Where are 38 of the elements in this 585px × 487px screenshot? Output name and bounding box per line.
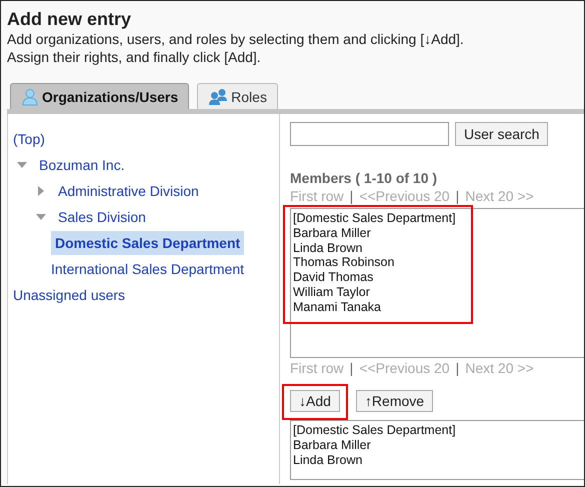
page-title: Add new entry [7,8,132,30]
user-search-button[interactable]: User search [455,122,548,146]
list-option[interactable]: [Domestic Sales Department] [293,211,584,226]
list-option[interactable]: Barbara Miller [293,226,584,241]
list-option[interactable]: Linda Brown [293,452,584,468]
collapsed-triangle-icon[interactable] [36,186,46,196]
list-option[interactable]: Manami Tanaka [293,300,584,315]
tree-item[interactable]: Sales Division [54,205,150,229]
pager-separator: | [456,188,460,205]
tree-item[interactable]: International Sales Department [47,257,248,281]
tree-item[interactable]: (Top) [9,127,49,151]
remove-button[interactable]: ↑Remove [356,390,434,412]
pager-separator: | [350,188,354,205]
add-button[interactable]: ↓Add [290,390,340,412]
tree-item[interactable]: Unassigned users [9,283,130,307]
list-option[interactable]: Thomas Robinson [293,255,584,270]
list-option[interactable]: William Taylor [293,284,584,300]
list-option[interactable]: Linda Brown [293,240,584,256]
pager-separator: | [456,360,460,377]
list-option[interactable]: [Domestic Sales Department] [293,423,584,438]
selected-list[interactable]: [Domestic Sales Department] Barbara Miller Linda Brown [290,420,584,480]
expanded-triangle-icon[interactable] [36,212,46,222]
list-option[interactable]: Barbara Miller [293,438,584,453]
list-option[interactable]: David Thomas [293,270,584,285]
tree-item[interactable]: Domestic Sales Department [51,231,244,255]
tab[interactable]: Organizations/Users [10,83,190,109]
members-heading: Members ( 1-10 of 10 ) [290,170,438,186]
members-list[interactable]: [Domestic Sales Department] Barbara Miller Linda Brown Thomas Robinson David Thomas William Taylor Manami Tanaka [290,208,584,358]
tree-item[interactable]: Bozuman Inc. [35,153,129,177]
description-text: Add organizations, users, and roles by selecting them and clicking [↓Add]. [7,30,465,48]
tree-item[interactable]: Administrative Division [54,179,203,203]
description-text: Assign their rights, and finally click [Add]. [7,48,262,66]
search-field[interactable] [290,122,449,146]
expanded-triangle-icon[interactable] [17,160,27,170]
pager-separator: | [350,360,354,377]
user-icon [21,88,39,106]
users-icon [208,88,228,106]
tab[interactable]: Roles [197,83,278,109]
